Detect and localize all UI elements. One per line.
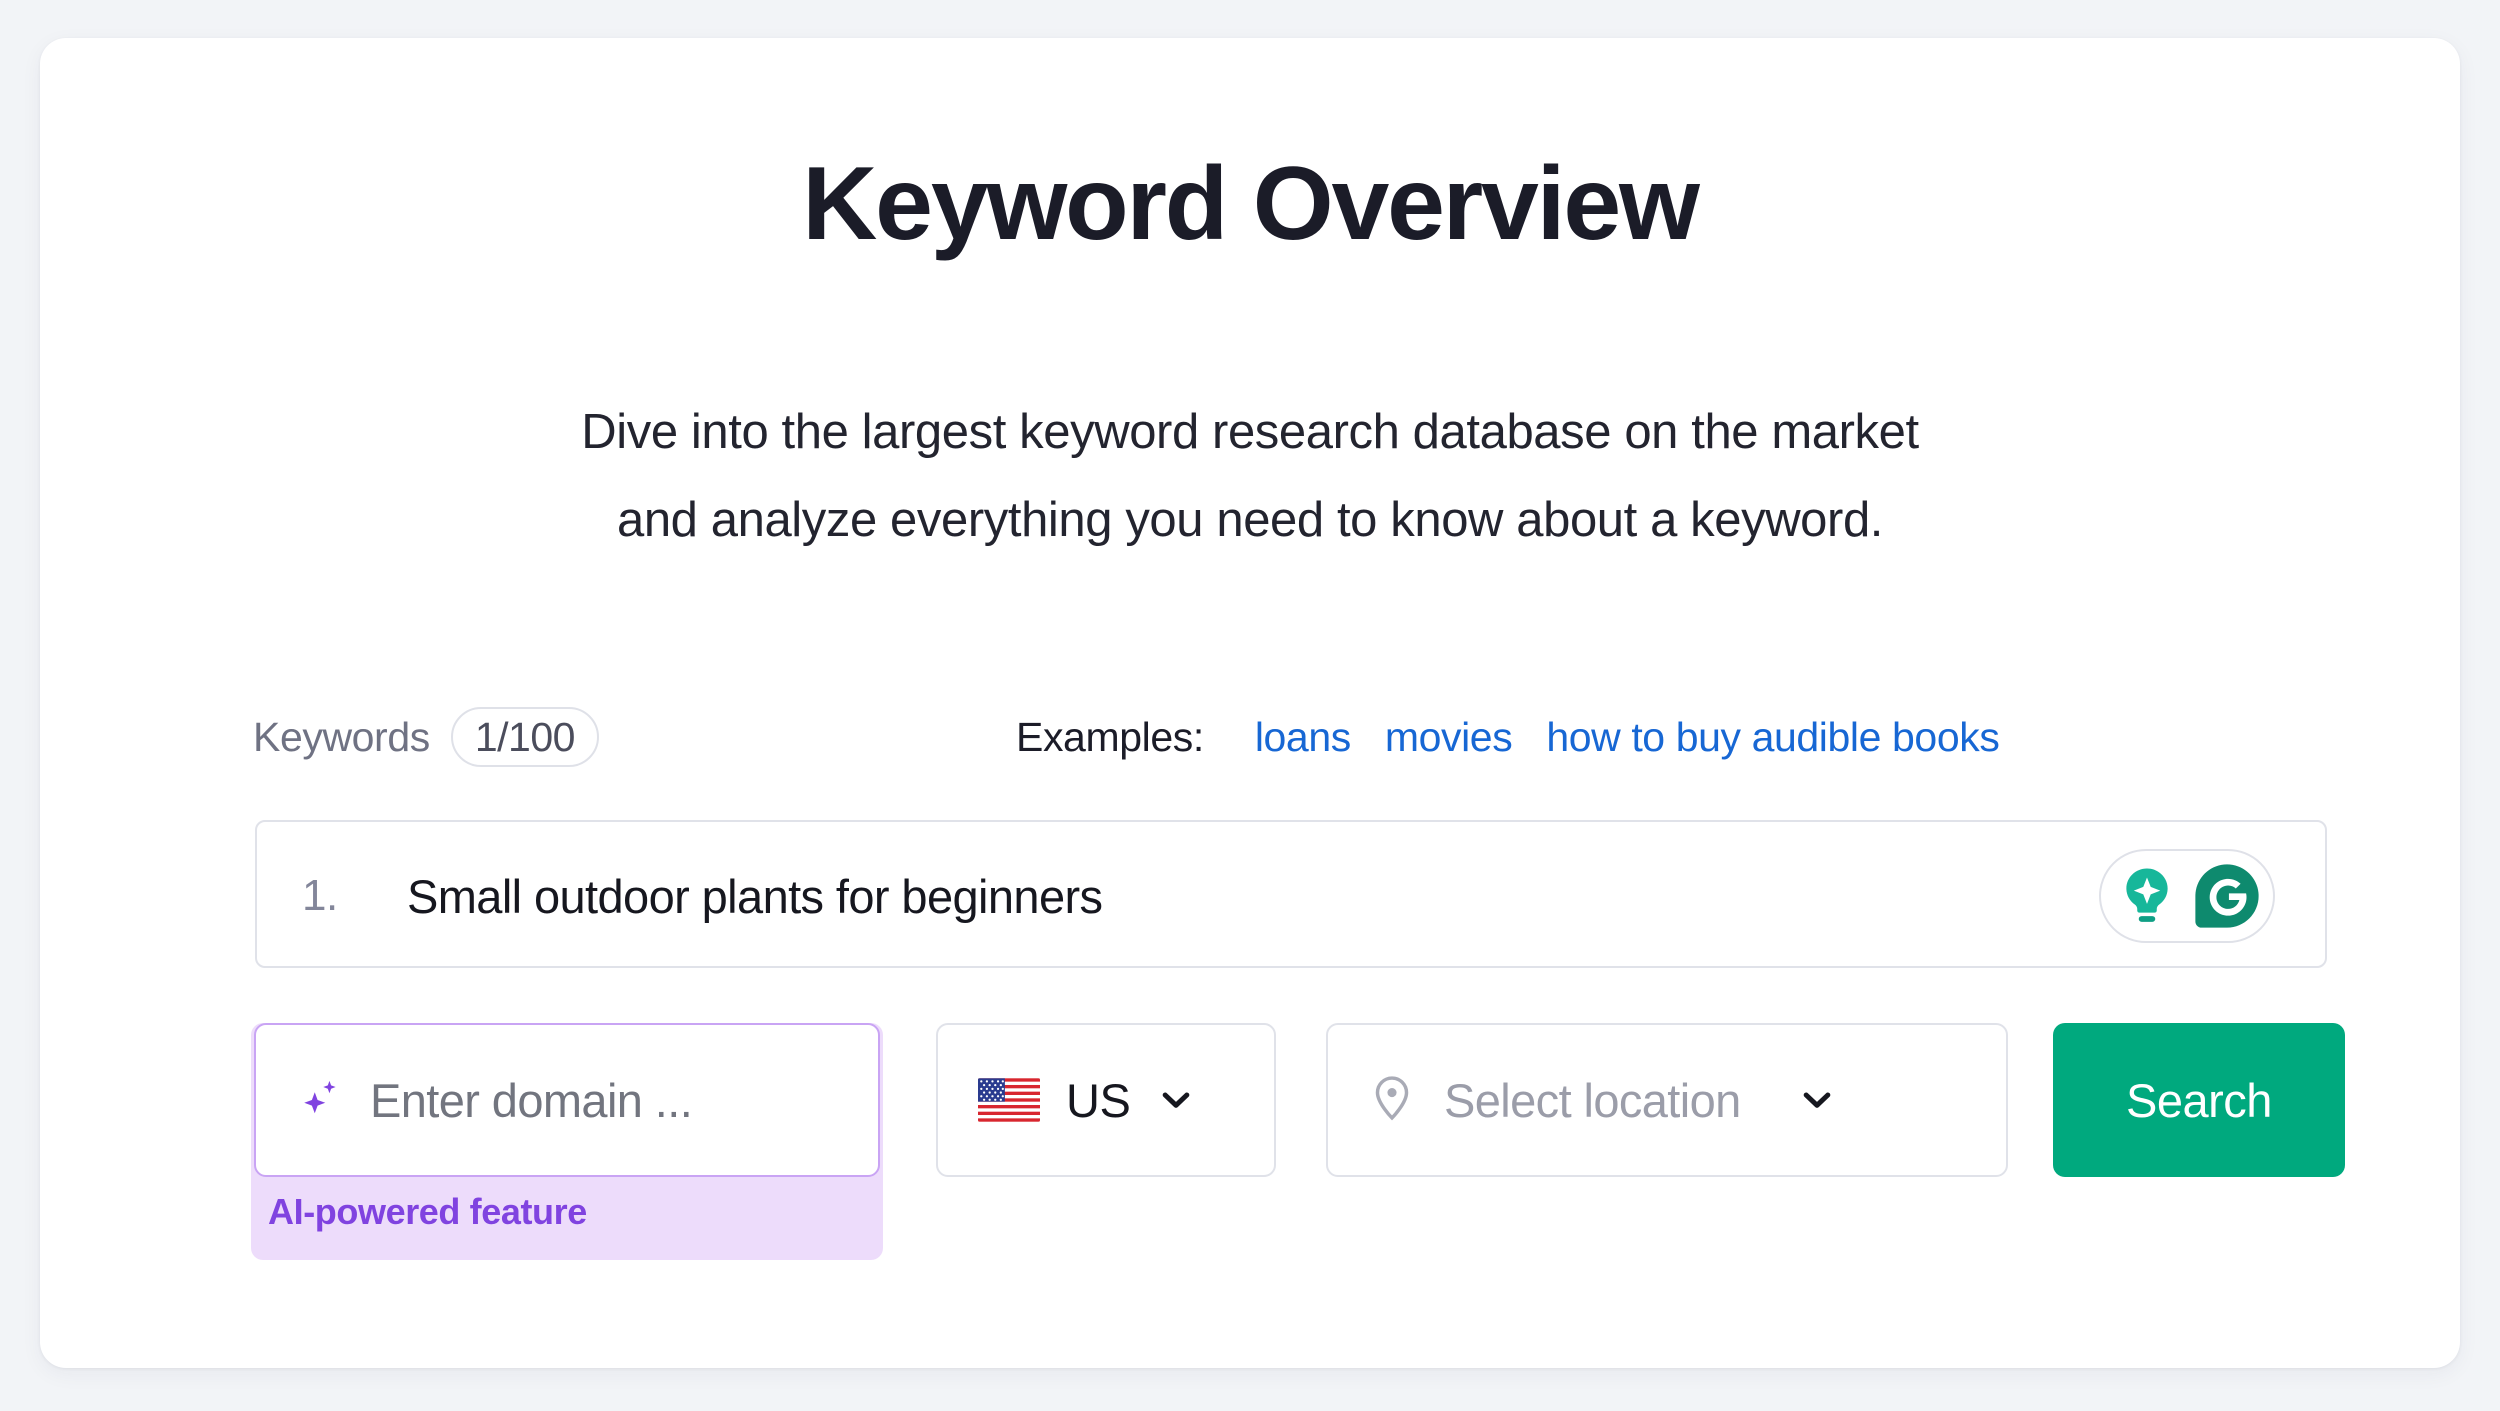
us-flag-icon bbox=[978, 1078, 1040, 1122]
keyword-input-addons bbox=[2099, 849, 2275, 943]
page-subtitle: Dive into the largest keyword research d… bbox=[40, 388, 2460, 564]
keywords-counter: Keywords 1/100 bbox=[253, 706, 599, 768]
domain-field-wrapper: Enter domain ... AI-powered feature bbox=[251, 1023, 883, 1260]
lightbulb-idea-icon[interactable] bbox=[2111, 860, 2183, 932]
keyword-input-field[interactable]: 1. Small outdoor plants for beginners bbox=[255, 820, 2327, 968]
location-selector-placeholder: Select location bbox=[1444, 1073, 1741, 1128]
country-selector[interactable]: US bbox=[936, 1023, 1276, 1177]
keyword-row-index: 1. bbox=[302, 822, 338, 970]
grammarly-icon[interactable] bbox=[2191, 860, 2263, 932]
ai-powered-feature-note: AI-powered feature bbox=[268, 1181, 587, 1243]
keyword-overview-card: Keyword Overview Dive into the largest k… bbox=[40, 38, 2460, 1368]
keyword-overview-page: Keyword Overview Dive into the largest k… bbox=[0, 0, 2500, 1411]
keywords-count-badge: 1/100 bbox=[451, 707, 599, 767]
domain-input[interactable]: Enter domain ... bbox=[254, 1023, 880, 1177]
example-link-how-to-buy-audible-books[interactable]: how to buy audible books bbox=[1546, 714, 1999, 761]
location-selector[interactable]: Select location bbox=[1326, 1023, 2008, 1177]
examples-label: Examples: bbox=[1016, 714, 1204, 761]
keyword-meta-row: Keywords 1/100 Examples: loans movies ho… bbox=[253, 706, 2313, 768]
domain-input-placeholder: Enter domain ... bbox=[370, 1073, 692, 1128]
keywords-label: Keywords bbox=[253, 714, 430, 761]
example-link-loans[interactable]: loans bbox=[1255, 714, 1351, 761]
country-selector-value: US bbox=[1066, 1073, 1130, 1128]
page-title: Keyword Overview bbox=[40, 148, 2460, 260]
search-button[interactable]: Search bbox=[2053, 1023, 2345, 1177]
page-subtitle-line-2: and analyze everything you need to know … bbox=[40, 476, 2460, 564]
chevron-down-icon bbox=[1797, 1080, 1837, 1120]
page-subtitle-line-1: Dive into the largest keyword research d… bbox=[40, 388, 2460, 476]
example-link-movies[interactable]: movies bbox=[1385, 714, 1512, 761]
chevron-down-icon bbox=[1156, 1080, 1196, 1120]
keyword-input-value[interactable]: Small outdoor plants for beginners bbox=[407, 822, 1102, 970]
ai-sparkle-icon bbox=[296, 1074, 344, 1127]
location-pin-icon bbox=[1366, 1072, 1418, 1129]
examples-group: Examples: loans movies how to buy audibl… bbox=[1016, 706, 1999, 768]
